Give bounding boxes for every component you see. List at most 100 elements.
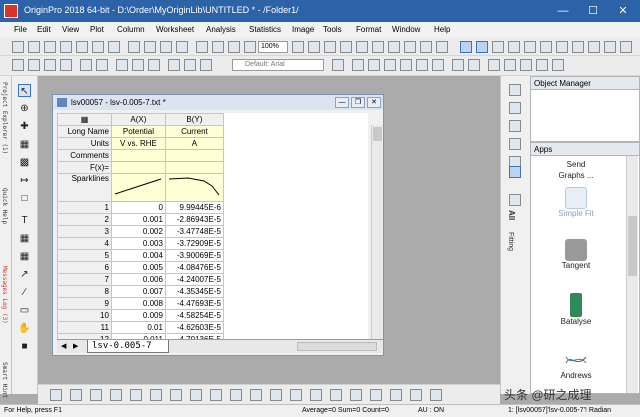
fill-range-icon[interactable] bbox=[168, 59, 180, 71]
insert-row-icon[interactable] bbox=[184, 59, 196, 71]
cell-a[interactable]: 0.001 bbox=[110, 213, 166, 226]
new-layout-icon[interactable] bbox=[92, 41, 104, 53]
timestamp-icon[interactable] bbox=[509, 138, 521, 150]
vector-plot-icon[interactable] bbox=[370, 389, 382, 401]
cell-long-name-b[interactable]: Current bbox=[164, 125, 224, 138]
zoom-pan-icon[interactable]: ⊕ bbox=[18, 102, 31, 115]
save-icon[interactable] bbox=[144, 41, 156, 53]
import-icon[interactable] bbox=[160, 41, 172, 53]
font-size-icon[interactable] bbox=[332, 59, 344, 71]
mask-icon[interactable] bbox=[508, 41, 520, 53]
refresh-icon[interactable] bbox=[196, 41, 208, 53]
cell-b[interactable]: -2.86943E-5 bbox=[164, 213, 224, 226]
lock-icon[interactable]: ■ bbox=[18, 340, 31, 353]
statistics-column-icon[interactable] bbox=[116, 59, 128, 71]
rectangle-tool-icon[interactable] bbox=[572, 41, 584, 53]
italic-icon[interactable] bbox=[368, 59, 380, 71]
ternary-plot-icon[interactable] bbox=[310, 389, 322, 401]
waterfall-plot-icon[interactable] bbox=[330, 389, 342, 401]
new-workbook-icon[interactable] bbox=[28, 41, 40, 53]
column-set-error-icon[interactable] bbox=[60, 59, 72, 71]
merge-icon[interactable] bbox=[509, 194, 521, 206]
layer-icon[interactable] bbox=[509, 84, 521, 96]
menu-tools[interactable]: Tools bbox=[323, 25, 342, 34]
zoom-in-icon[interactable] bbox=[244, 41, 256, 53]
text-tool-icon[interactable]: T bbox=[18, 214, 31, 227]
cell-a[interactable]: 0.006 bbox=[110, 273, 166, 286]
smart-hint-icon[interactable] bbox=[388, 41, 400, 53]
sheet-nav-left-icon[interactable]: ◀ bbox=[61, 342, 66, 350]
menu-help[interactable]: Help bbox=[434, 25, 450, 34]
row-header[interactable]: 3 bbox=[57, 225, 112, 238]
line-symbol-icon[interactable] bbox=[90, 389, 102, 401]
horizontal-scrollbar[interactable] bbox=[297, 342, 377, 351]
cell-b[interactable]: -4.08476E-5 bbox=[164, 261, 224, 274]
column-plot-icon[interactable] bbox=[110, 389, 122, 401]
add-app-icon[interactable] bbox=[436, 41, 448, 53]
row-header[interactable]: 9 bbox=[57, 297, 112, 310]
duplicate-icon[interactable] bbox=[212, 41, 224, 53]
3d-plot-icon[interactable] bbox=[250, 389, 262, 401]
apps-icon[interactable] bbox=[404, 41, 416, 53]
row-header[interactable]: 1 bbox=[57, 201, 112, 214]
menu-format[interactable]: Format bbox=[356, 25, 381, 34]
new-graph-icon[interactable] bbox=[44, 41, 56, 53]
cell-a[interactable]: 0.007 bbox=[110, 285, 166, 298]
draw-data-icon[interactable]: ↦ bbox=[18, 174, 31, 187]
contour-plot-icon[interactable] bbox=[210, 389, 222, 401]
font-color-icon[interactable] bbox=[488, 59, 500, 71]
data-reader-icon[interactable] bbox=[460, 41, 472, 53]
font-select[interactable]: Default: Arial bbox=[232, 59, 324, 71]
cell-b[interactable]: -4.47693E-5 bbox=[164, 297, 224, 310]
quick-help-tab[interactable]: Quick Help bbox=[1, 188, 8, 224]
box-plot-icon[interactable] bbox=[430, 389, 442, 401]
close-button[interactable]: ✕ bbox=[608, 0, 638, 22]
row-header[interactable]: 2 bbox=[57, 213, 112, 226]
code-builder-icon[interactable] bbox=[340, 41, 352, 53]
sort-column-icon[interactable] bbox=[96, 59, 108, 71]
greek-icon[interactable] bbox=[432, 59, 444, 71]
status-au[interactable]: AU : ON bbox=[418, 407, 444, 414]
menu-statistics[interactable]: Statistics bbox=[249, 25, 281, 34]
scale-icon[interactable]: ✚ bbox=[18, 120, 31, 133]
freehand-tool-icon[interactable] bbox=[620, 41, 632, 53]
row-header[interactable]: 10 bbox=[57, 309, 112, 322]
scroll-thumb[interactable] bbox=[373, 127, 382, 141]
menu-worksheet[interactable]: Worksheet bbox=[156, 25, 194, 34]
cell-a[interactable]: 0.008 bbox=[110, 297, 166, 310]
maximize-button[interactable]: ☐ bbox=[578, 0, 608, 22]
sparkline-b[interactable] bbox=[164, 173, 224, 202]
cell-a[interactable]: 0.003 bbox=[110, 237, 166, 250]
smart-hint-tab[interactable]: Smart Hint bbox=[1, 362, 8, 398]
cell-a[interactable]: 0.005 bbox=[110, 261, 166, 274]
messages-log-tab[interactable]: Messages Log (3) bbox=[1, 266, 8, 324]
workbook-window[interactable]: lsv00057 - lsv-0.005-7.txt * — ❐ ✕ ▦ A(X… bbox=[52, 94, 384, 356]
line-tool-icon[interactable] bbox=[556, 41, 568, 53]
region-icon[interactable]: □ bbox=[18, 192, 31, 205]
add-text-icon[interactable] bbox=[524, 41, 536, 53]
cell-a[interactable]: 0.009 bbox=[110, 309, 166, 322]
apps-scrollbar[interactable] bbox=[626, 156, 638, 393]
cell-a[interactable]: 0.004 bbox=[110, 249, 166, 262]
workbook-close-button[interactable]: ✕ bbox=[367, 97, 381, 108]
fill-color-icon[interactable] bbox=[504, 59, 516, 71]
cell-fx-a[interactable] bbox=[110, 161, 166, 174]
open-icon[interactable] bbox=[128, 41, 140, 53]
cell-b[interactable]: -4.24007E-5 bbox=[164, 273, 224, 286]
cell-comments-b[interactable] bbox=[164, 149, 224, 162]
menu-edit[interactable]: Edit bbox=[37, 25, 51, 34]
template-library-icon[interactable] bbox=[270, 389, 282, 401]
screen-reader-icon[interactable] bbox=[476, 41, 488, 53]
ellipse-tool-icon[interactable] bbox=[588, 41, 600, 53]
menu-plot[interactable]: Plot bbox=[90, 25, 104, 34]
column-set-y-icon[interactable] bbox=[28, 59, 40, 71]
apps-tab-all[interactable]: All bbox=[507, 210, 516, 220]
superscript-icon[interactable] bbox=[400, 59, 412, 71]
increase-font-icon[interactable] bbox=[452, 59, 464, 71]
menu-image[interactable]: Image bbox=[292, 25, 314, 34]
mask-points-icon[interactable]: ▩ bbox=[18, 156, 31, 169]
cell-units-a[interactable]: V vs. RHE bbox=[110, 137, 166, 150]
set-column-values-icon[interactable] bbox=[148, 59, 160, 71]
column-set-x-icon[interactable] bbox=[12, 59, 24, 71]
app-andrews[interactable]: Andrews bbox=[531, 349, 621, 380]
